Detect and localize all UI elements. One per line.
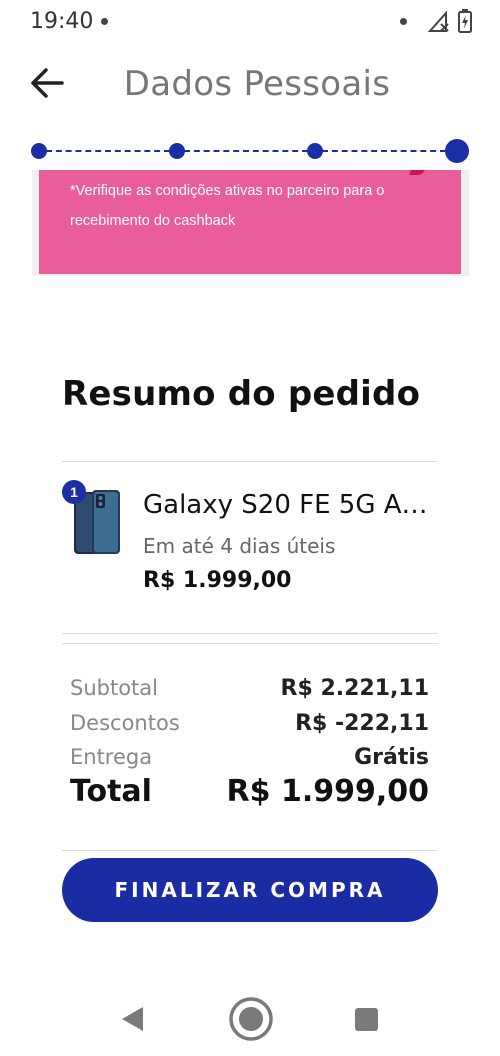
checkout-button[interactable]: FINALIZAR COMPRA xyxy=(62,858,438,922)
page-title: Dados Pessoais xyxy=(123,64,391,104)
total-label: Total xyxy=(70,774,152,809)
battery-charging-icon xyxy=(458,9,472,33)
shipping-value: Grátis xyxy=(354,745,429,770)
subtotal-value: R$ 2.221,11 xyxy=(280,676,429,701)
status-bar: 19:40 xyxy=(0,0,500,44)
product-delivery: Em até 4 dias úteis xyxy=(143,534,336,558)
step-connector xyxy=(46,150,170,152)
quantity-badge: 1 xyxy=(62,480,86,504)
nav-home-icon[interactable] xyxy=(228,996,274,1042)
step-dot-3 xyxy=(307,143,323,159)
notification-dot-icon xyxy=(400,18,407,25)
divider xyxy=(62,850,438,851)
divider xyxy=(62,633,438,634)
status-time: 19:40 xyxy=(30,9,94,34)
divider xyxy=(62,461,438,462)
product-price: R$ 1.999,00 xyxy=(143,568,292,593)
shipping-label: Entrega xyxy=(70,745,153,769)
no-signal-icon xyxy=(428,10,449,32)
nav-back-icon[interactable] xyxy=(119,1005,145,1033)
step-dot-current xyxy=(445,139,469,163)
step-connector xyxy=(184,150,308,152)
nav-recents-icon[interactable] xyxy=(355,1008,378,1031)
step-connector xyxy=(322,150,446,152)
summary-title: Resumo do pedido xyxy=(62,374,421,414)
total-value: R$ 1.999,00 xyxy=(226,774,429,809)
discount-value: R$ -222,11 xyxy=(295,711,429,736)
step-dot-1 xyxy=(31,143,47,159)
divider xyxy=(62,643,438,644)
notification-dot-icon xyxy=(101,18,108,25)
subtotal-label: Subtotal xyxy=(70,676,158,700)
progress-stepper xyxy=(0,134,500,168)
cashback-notice: *Verifique as condições ativas no parcei… xyxy=(70,183,385,229)
step-dot-2 xyxy=(169,143,185,159)
discount-label: Descontos xyxy=(70,711,180,735)
product-name: Galaxy S20 FE 5G Azul xyxy=(143,490,433,520)
